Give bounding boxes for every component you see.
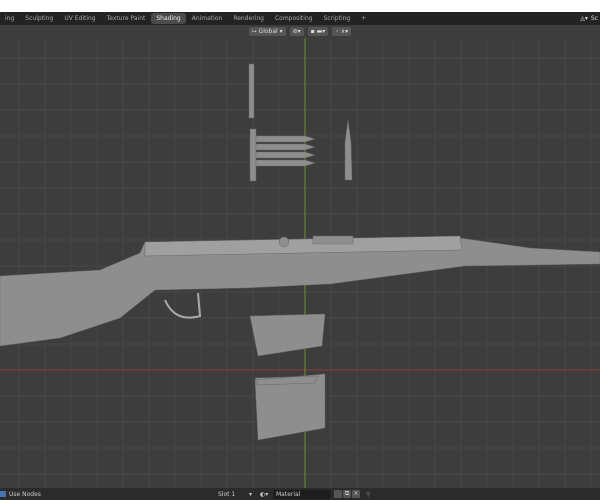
viewport-canvas[interactable] (0, 38, 600, 488)
scene-selector[interactable]: ◬▾ Sc (580, 12, 600, 25)
single-cartridge (344, 119, 353, 181)
material-browse-icon[interactable]: ◐▾ (260, 491, 268, 498)
unlink-icon[interactable]: × (352, 490, 360, 498)
orientation-dropdown[interactable]: ⮡ Global ▾ (248, 27, 286, 36)
tab-animation[interactable]: Animation (187, 13, 228, 24)
stripper-clip (249, 128, 257, 182)
tab-scripting[interactable]: Scripting (319, 13, 356, 24)
bolt (312, 235, 354, 245)
3d-viewport[interactable] (0, 38, 600, 488)
rear-sight (278, 236, 290, 248)
tab-rendering[interactable]: Rendering (228, 13, 269, 24)
tab-sculpting[interactable]: Sculpting (20, 13, 58, 24)
tab-uv-editing[interactable]: UV Editing (59, 13, 100, 24)
material-name-field[interactable]: Material (273, 489, 331, 499)
scene-label: Sc (590, 15, 598, 22)
fake-user-icon[interactable] (334, 490, 342, 498)
use-nodes-checkbox[interactable] (0, 491, 6, 497)
tab-ing[interactable]: ing (0, 13, 19, 24)
tab-shading[interactable]: Shading (151, 13, 186, 24)
orientation-label: Global (258, 28, 278, 35)
tab-compositing[interactable]: Compositing (270, 13, 318, 24)
use-nodes-label: Use Nodes (9, 490, 41, 498)
magazine-part-2 (254, 373, 326, 441)
material-label: Material (276, 490, 301, 498)
tab-add-workspace[interactable]: + (356, 13, 371, 24)
scene-icon: ◬▾ (580, 15, 588, 22)
slot-dropdown[interactable]: Slot 1 ▾ (215, 489, 255, 499)
snap-icon: ▪ ▬▾ (310, 28, 326, 35)
title-bar (0, 0, 600, 12)
viewport-header: ⮡ Global ▾ ⊘▾ ▪ ▬▾ ◦ ∧▾ (0, 25, 600, 38)
cleaning-rod (248, 63, 255, 119)
pivot-dropdown[interactable]: ⊘▾ (289, 27, 304, 36)
pin-icon[interactable]: ⚲ (366, 491, 370, 498)
proportional-edit-toggle[interactable]: ◦ ∧▾ (332, 27, 352, 36)
cartridges (255, 135, 316, 167)
tab-texture-paint[interactable]: Texture Paint (102, 13, 151, 24)
transform-orientation-icon: ⮡ (251, 27, 259, 35)
slot-label: Slot 1 (218, 490, 236, 498)
proportional-edit-icon: ◦ ∧▾ (335, 28, 349, 35)
duplicate-icon[interactable]: ⧉ (343, 490, 351, 498)
workspace-tabs: ing Sculpting UV Editing Texture Paint Shadi… (0, 12, 600, 25)
pivot-icon: ⊘▾ (292, 28, 301, 35)
shader-editor-header: Use Nodes Slot 1 ▾ ◐▾ Material ⧉ × ⚲ (0, 488, 600, 500)
trigger-guard (164, 292, 202, 319)
magazine-part-1 (249, 313, 326, 357)
snap-toggle[interactable]: ▪ ▬▾ (307, 27, 329, 36)
rifle-model[interactable] (0, 63, 600, 441)
